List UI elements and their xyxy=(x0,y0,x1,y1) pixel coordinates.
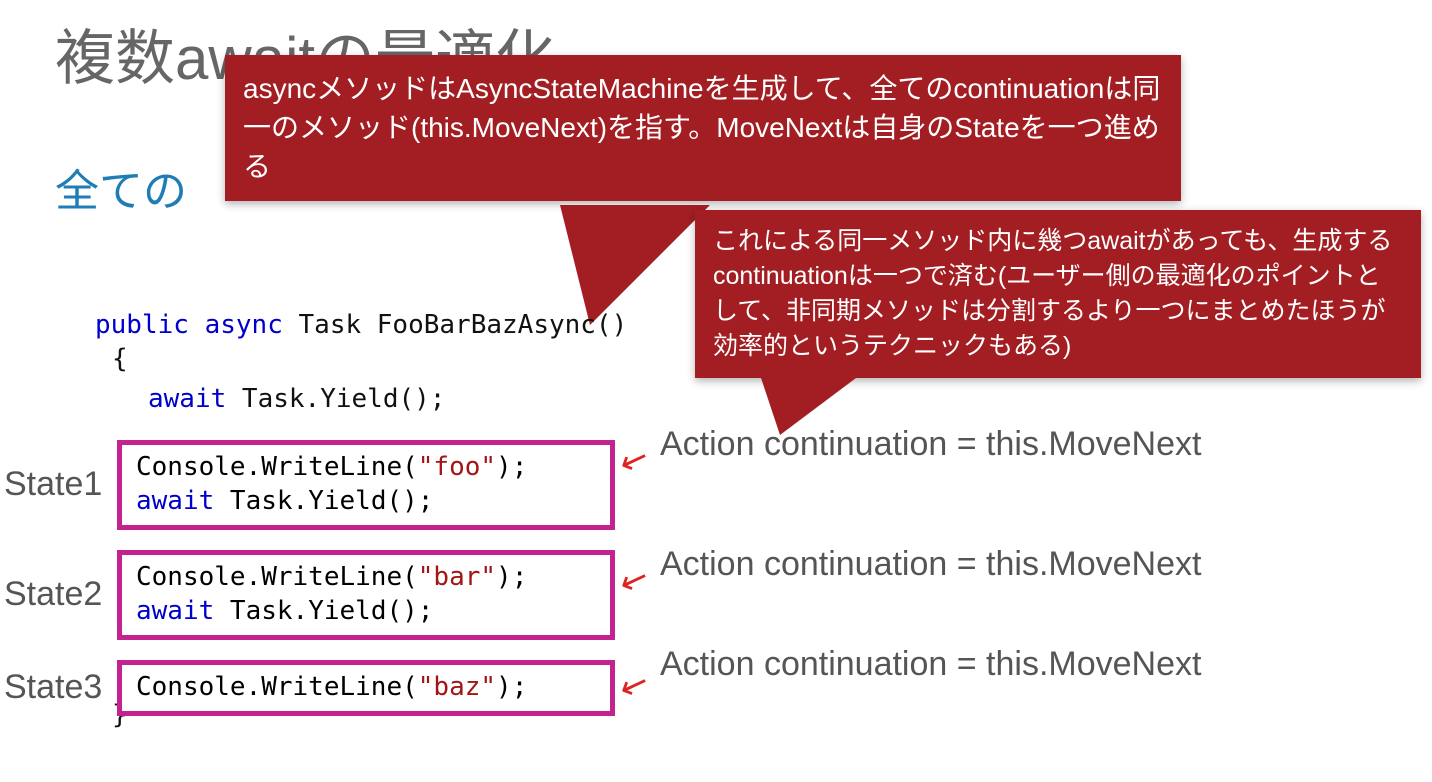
callout-secondary: これによる同一メソッド内に幾つawaitがあっても、生成するcontinuati… xyxy=(695,210,1421,378)
subtitle: 全ての xyxy=(55,155,187,219)
kw-public: public xyxy=(95,310,189,340)
arrow-icon: ↙ xyxy=(614,436,654,483)
state2-box: Console.WriteLine("bar"); await Task.Yie… xyxy=(117,550,615,640)
str-foo: "foo" xyxy=(418,452,496,482)
await-initial: await Task.Yield(); xyxy=(148,384,445,414)
continuation-label-1: Action continuation = this.MoveNext xyxy=(660,425,1201,464)
kw-await: await xyxy=(136,486,214,516)
write-head: Console.WriteLine( xyxy=(136,562,418,592)
sig-rest: Task FooBarBazAsync() xyxy=(283,310,627,340)
state3-box: Console.WriteLine("baz"); xyxy=(117,660,615,716)
str-bar: "bar" xyxy=(418,562,496,592)
brace-open: { xyxy=(112,344,128,374)
state1-box: Console.WriteLine("foo"); await Task.Yie… xyxy=(117,440,615,530)
continuation-label-3: Action continuation = this.MoveNext xyxy=(660,645,1201,684)
state1-label: State1 xyxy=(4,465,102,504)
yield-tail: Task.Yield(); xyxy=(214,596,433,626)
str-baz: "baz" xyxy=(418,672,496,702)
kw-async: async xyxy=(205,310,283,340)
state2-label: State2 xyxy=(4,575,102,614)
yield-tail: Task.Yield(); xyxy=(214,486,433,516)
continuation-label-2: Action continuation = this.MoveNext xyxy=(660,545,1201,584)
write-tail: ); xyxy=(496,672,527,702)
callout-main: asyncメソッドはAsyncStateMachineを生成して、全てのcont… xyxy=(225,55,1181,201)
code-signature: public async Task FooBarBazAsync() xyxy=(95,310,627,340)
arrow-icon: ↙ xyxy=(614,556,654,603)
write-tail: ); xyxy=(496,452,527,482)
yield-tail: Task.Yield(); xyxy=(226,384,445,414)
kw-await: await xyxy=(136,596,214,626)
write-tail: ); xyxy=(496,562,527,592)
write-head: Console.WriteLine( xyxy=(136,672,418,702)
kw-await: await xyxy=(148,384,226,414)
state3-label: State3 xyxy=(4,668,102,707)
callout-main-pointer xyxy=(560,205,710,325)
arrow-icon: ↙ xyxy=(614,661,654,708)
write-head: Console.WriteLine( xyxy=(136,452,418,482)
